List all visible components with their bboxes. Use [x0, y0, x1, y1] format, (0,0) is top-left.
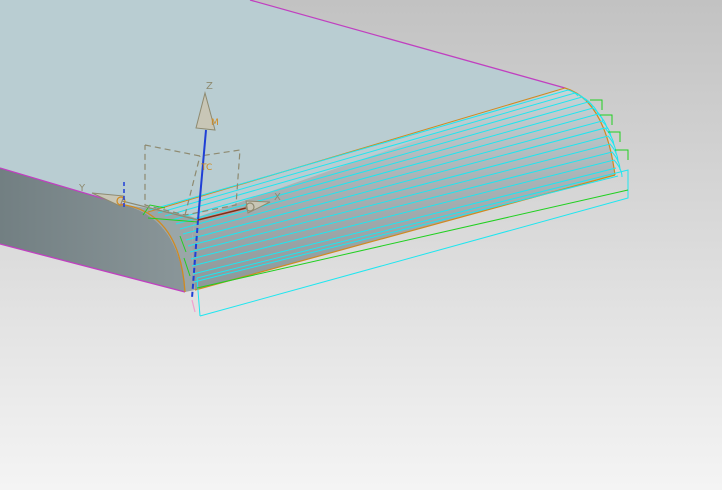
axis-z-label: Z [206, 81, 213, 92]
mcs-label: M [211, 118, 219, 128]
graphics-viewport[interactable]: Z M TC Y X [0, 0, 722, 490]
axis-x-label: X [274, 192, 281, 203]
axis-y-label: Y [78, 183, 86, 194]
cad-scene[interactable]: Z M TC Y X [0, 0, 722, 490]
tool-csys-label: TC [200, 163, 212, 173]
